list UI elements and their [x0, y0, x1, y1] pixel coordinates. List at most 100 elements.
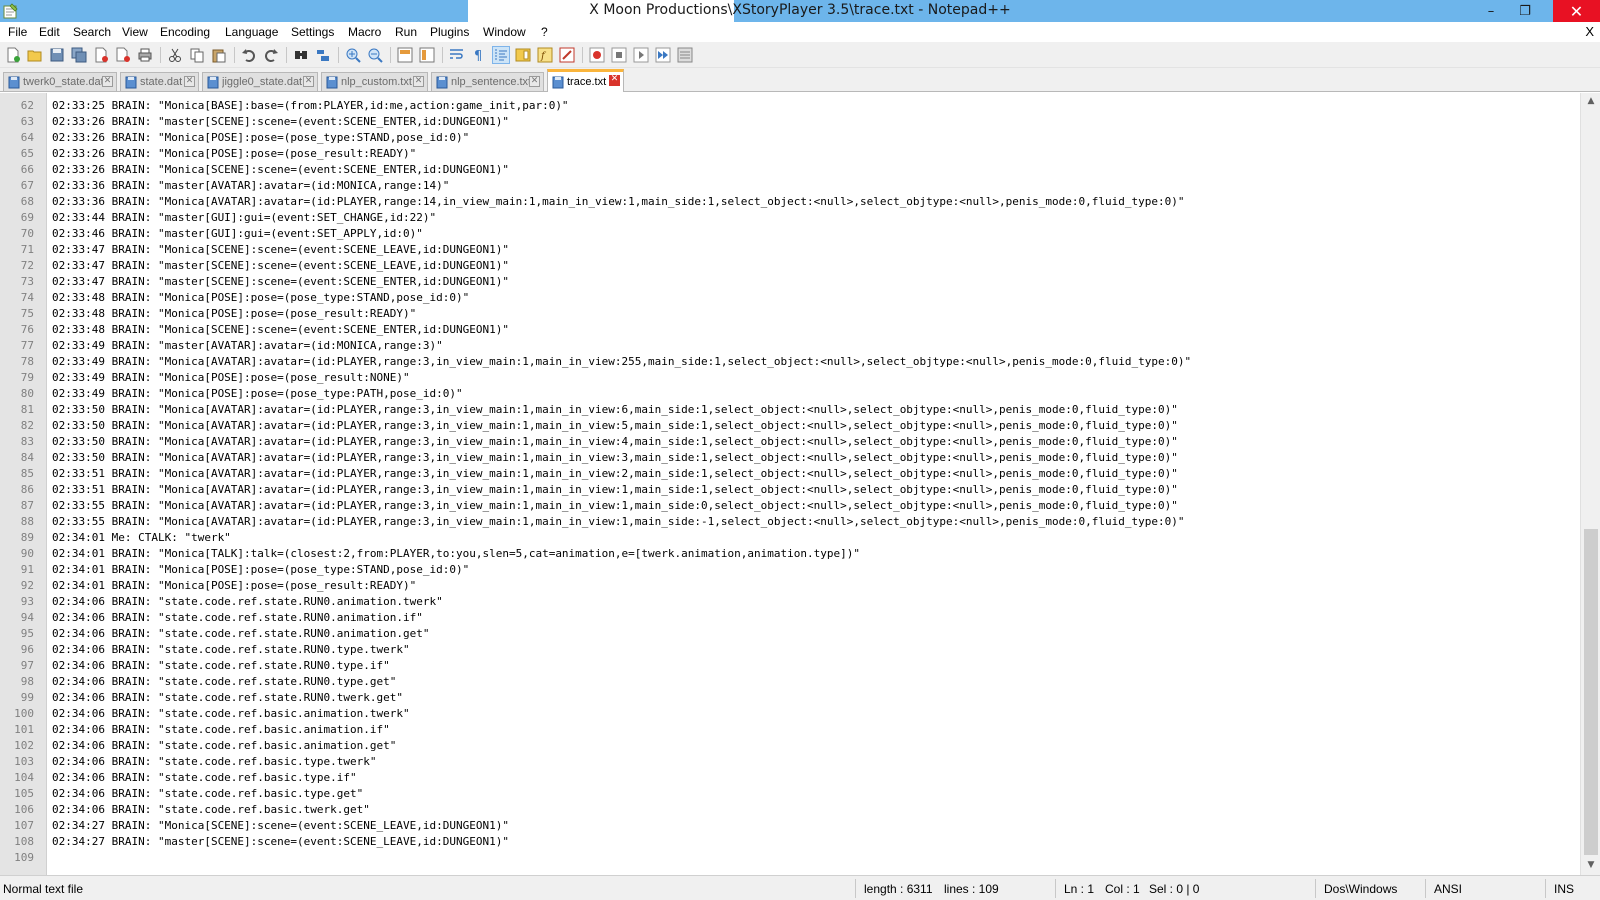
restore-button[interactable]: ❐: [1508, 0, 1542, 22]
editor-line[interactable]: 103 02:34:06 BRAIN: "state.code.ref.basic…: [0, 754, 1580, 770]
editor-line[interactable]: 67 02:33:36 BRAIN: "master[AVATAR]:avatar…: [0, 178, 1580, 194]
tab-close-icon[interactable]: ✕: [609, 75, 620, 86]
tab-nlp-sentence-txt[interactable]: nlp_sentence.txt ✕: [431, 72, 544, 91]
line-text[interactable]: 02:33:48 BRAIN: "Monica[POSE]:pose=(pose…: [52, 290, 469, 306]
editor-line[interactable]: 98 02:34:06 BRAIN: "state.code.ref.state.…: [0, 674, 1580, 690]
editor-line[interactable]: 71 02:33:47 BRAIN: "Monica[SCENE]:scene=(…: [0, 242, 1580, 258]
scroll-down-arrow-icon[interactable]: ▼: [1585, 860, 1597, 872]
line-text[interactable]: 02:34:06 BRAIN: "state.code.ref.basic.tw…: [52, 802, 370, 818]
line-text[interactable]: 02:33:51 BRAIN: "Monica[AVATAR]:avatar=(…: [52, 482, 1178, 498]
line-text[interactable]: 02:34:06 BRAIN: "state.code.ref.basic.ty…: [52, 786, 363, 802]
tab-close-icon[interactable]: ✕: [102, 76, 113, 87]
cut-icon[interactable]: [166, 46, 184, 64]
editor-line[interactable]: 79 02:33:49 BRAIN: "Monica[POSE]:pose=(po…: [0, 370, 1580, 386]
line-text[interactable]: 02:33:26 BRAIN: "Monica[POSE]:pose=(pose…: [52, 130, 469, 146]
line-text[interactable]: 02:33:50 BRAIN: "Monica[AVATAR]:avatar=(…: [52, 450, 1178, 466]
line-text[interactable]: 02:33:44 BRAIN: "master[GUI]:gui=(event:…: [52, 210, 436, 226]
line-text[interactable]: 02:33:47 BRAIN: "master[SCENE]:scene=(ev…: [52, 258, 509, 274]
editor-line[interactable]: 84 02:33:50 BRAIN: "Monica[AVATAR]:avatar…: [0, 450, 1580, 466]
line-text[interactable]: 02:33:49 BRAIN: "Monica[POSE]:pose=(pose…: [52, 370, 410, 386]
editor-line[interactable]: 80 02:33:49 BRAIN: "Monica[POSE]:pose=(po…: [0, 386, 1580, 402]
editor-line[interactable]: 109: [0, 850, 1580, 866]
line-text[interactable]: 02:34:06 BRAIN: "state.code.ref.state.RU…: [52, 674, 396, 690]
function-list-icon[interactable]: f: [536, 46, 554, 64]
tab-jiggle0-state-dat[interactable]: jiggle0_state.dat ✕: [202, 72, 318, 91]
line-text[interactable]: 02:34:06 BRAIN: "state.code.ref.basic.an…: [52, 722, 390, 738]
line-text[interactable]: 02:34:27 BRAIN: "master[SCENE]:scene=(ev…: [52, 834, 509, 850]
editor-line[interactable]: 87 02:33:55 BRAIN: "Monica[AVATAR]:avatar…: [0, 498, 1580, 514]
tab-close-icon[interactable]: ✕: [413, 76, 424, 87]
play-macro-icon[interactable]: [632, 46, 650, 64]
minimize-button[interactable]: –: [1474, 0, 1508, 22]
editor-line[interactable]: 92 02:34:01 BRAIN: "Monica[POSE]:pose=(po…: [0, 578, 1580, 594]
line-text[interactable]: 02:34:01 Me: CTALK: "twerk": [52, 530, 231, 546]
editor-line[interactable]: 107 02:34:27 BRAIN: "Monica[SCENE]:scene=…: [0, 818, 1580, 834]
editor-line[interactable]: 94 02:34:06 BRAIN: "state.code.ref.state.…: [0, 610, 1580, 626]
save-icon[interactable]: [48, 46, 66, 64]
editor-line[interactable]: 77 02:33:49 BRAIN: "master[AVATAR]:avatar…: [0, 338, 1580, 354]
text-editor[interactable]: 62 02:33:25 BRAIN: "Monica[BASE]:base=(fr…: [0, 93, 1600, 875]
line-text[interactable]: 02:33:26 BRAIN: "master[SCENE]:scene=(ev…: [52, 114, 509, 130]
show-all-chars-icon[interactable]: ¶: [470, 46, 488, 64]
menu-settings[interactable]: Settings: [291, 25, 334, 39]
scroll-up-arrow-icon[interactable]: ▲: [1585, 96, 1597, 108]
editor-line[interactable]: 104 02:34:06 BRAIN: "state.code.ref.basic…: [0, 770, 1580, 786]
line-text[interactable]: 02:33:50 BRAIN: "Monica[AVATAR]:avatar=(…: [52, 434, 1178, 450]
editor-line[interactable]: 108 02:34:27 BRAIN: "master[SCENE]:scene=…: [0, 834, 1580, 850]
line-text[interactable]: 02:34:01 BRAIN: "Monica[POSE]:pose=(pose…: [52, 562, 469, 578]
line-text[interactable]: 02:34:06 BRAIN: "state.code.ref.basic.an…: [52, 738, 396, 754]
menu-file[interactable]: File: [8, 25, 27, 39]
editor-line[interactable]: 99 02:34:06 BRAIN: "state.code.ref.state.…: [0, 690, 1580, 706]
sync-vertical-icon[interactable]: [396, 46, 414, 64]
menu-view[interactable]: View: [122, 25, 148, 39]
editor-line[interactable]: 101 02:34:06 BRAIN: "state.code.ref.basic…: [0, 722, 1580, 738]
line-text[interactable]: 02:33:55 BRAIN: "Monica[AVATAR]:avatar=(…: [52, 514, 1184, 530]
line-text[interactable]: 02:33:49 BRAIN: "Monica[AVATAR]:avatar=(…: [52, 354, 1191, 370]
line-text[interactable]: 02:33:55 BRAIN: "Monica[AVATAR]:avatar=(…: [52, 498, 1178, 514]
editor-line[interactable]: 63 02:33:26 BRAIN: "master[SCENE]:scene=(…: [0, 114, 1580, 130]
editor-line[interactable]: 66 02:33:26 BRAIN: "Monica[SCENE]:scene=(…: [0, 162, 1580, 178]
line-text[interactable]: 02:33:48 BRAIN: "Monica[SCENE]:scene=(ev…: [52, 322, 509, 338]
line-text[interactable]: 02:33:49 BRAIN: "Monica[POSE]:pose=(pose…: [52, 386, 463, 402]
menu-help[interactable]: ?: [541, 25, 548, 39]
line-text[interactable]: 02:33:47 BRAIN: "Monica[SCENE]:scene=(ev…: [52, 242, 509, 258]
stop-macro-icon[interactable]: [610, 46, 628, 64]
line-text[interactable]: 02:34:06 BRAIN: "state.code.ref.state.RU…: [52, 610, 423, 626]
editor-line[interactable]: 97 02:34:06 BRAIN: "state.code.ref.state.…: [0, 658, 1580, 674]
line-text[interactable]: 02:34:06 BRAIN: "state.code.ref.state.RU…: [52, 594, 443, 610]
editor-line[interactable]: 81 02:33:50 BRAIN: "Monica[AVATAR]:avatar…: [0, 402, 1580, 418]
copy-icon[interactable]: [188, 46, 206, 64]
find-icon[interactable]: [292, 46, 310, 64]
editor-line[interactable]: 89 02:34:01 Me: CTALK: "twerk": [0, 530, 1580, 546]
line-text[interactable]: 02:34:01 BRAIN: "Monica[TALK]:talk=(clos…: [52, 546, 860, 562]
line-text[interactable]: 02:33:46 BRAIN: "master[GUI]:gui=(event:…: [52, 226, 423, 242]
editor-line[interactable]: 82 02:33:50 BRAIN: "Monica[AVATAR]:avatar…: [0, 418, 1580, 434]
editor-line[interactable]: 62 02:33:25 BRAIN: "Monica[BASE]:base=(fr…: [0, 98, 1580, 114]
editor-line[interactable]: 93 02:34:06 BRAIN: "state.code.ref.state.…: [0, 594, 1580, 610]
line-text[interactable]: 02:34:06 BRAIN: "state.code.ref.basic.an…: [52, 706, 410, 722]
editor-line[interactable]: 106 02:34:06 BRAIN: "state.code.ref.basic…: [0, 802, 1580, 818]
line-text[interactable]: 02:34:06 BRAIN: "state.code.ref.basic.ty…: [52, 770, 357, 786]
line-text[interactable]: 02:34:06 BRAIN: "state.code.ref.state.RU…: [52, 626, 430, 642]
editor-line[interactable]: 96 02:34:06 BRAIN: "state.code.ref.state.…: [0, 642, 1580, 658]
indent-guide-icon[interactable]: [492, 46, 510, 64]
tab-nlp-custom-txt[interactable]: nlp_custom.txt ✕: [321, 72, 428, 91]
line-text[interactable]: 02:33:48 BRAIN: "Monica[POSE]:pose=(pose…: [52, 306, 416, 322]
line-text[interactable]: 02:34:06 BRAIN: "state.code.ref.state.RU…: [52, 658, 390, 674]
sync-horizontal-icon[interactable]: [418, 46, 436, 64]
tab-close-icon[interactable]: ✕: [184, 76, 195, 87]
line-text[interactable]: 02:33:49 BRAIN: "master[AVATAR]:avatar=(…: [52, 338, 443, 354]
tab-twerk0-state-dat[interactable]: twerk0_state.dat ✕: [3, 72, 117, 91]
editor-line[interactable]: 74 02:33:48 BRAIN: "Monica[POSE]:pose=(po…: [0, 290, 1580, 306]
editor-line[interactable]: 78 02:33:49 BRAIN: "Monica[AVATAR]:avatar…: [0, 354, 1580, 370]
editor-line[interactable]: 73 02:33:47 BRAIN: "master[SCENE]:scene=(…: [0, 274, 1580, 290]
line-text[interactable]: 02:33:51 BRAIN: "Monica[AVATAR]:avatar=(…: [52, 466, 1178, 482]
menu-plugins[interactable]: Plugins: [430, 25, 469, 39]
redo-icon[interactable]: [262, 46, 280, 64]
editor-line[interactable]: 76 02:33:48 BRAIN: "Monica[SCENE]:scene=(…: [0, 322, 1580, 338]
editor-line[interactable]: 102 02:34:06 BRAIN: "state.code.ref.basic…: [0, 738, 1580, 754]
editor-line[interactable]: 72 02:33:47 BRAIN: "master[SCENE]:scene=(…: [0, 258, 1580, 274]
line-text[interactable]: 02:33:26 BRAIN: "Monica[POSE]:pose=(pose…: [52, 146, 416, 162]
paste-icon[interactable]: [210, 46, 228, 64]
tab-trace-txt[interactable]: trace.txt ✕: [547, 69, 624, 92]
